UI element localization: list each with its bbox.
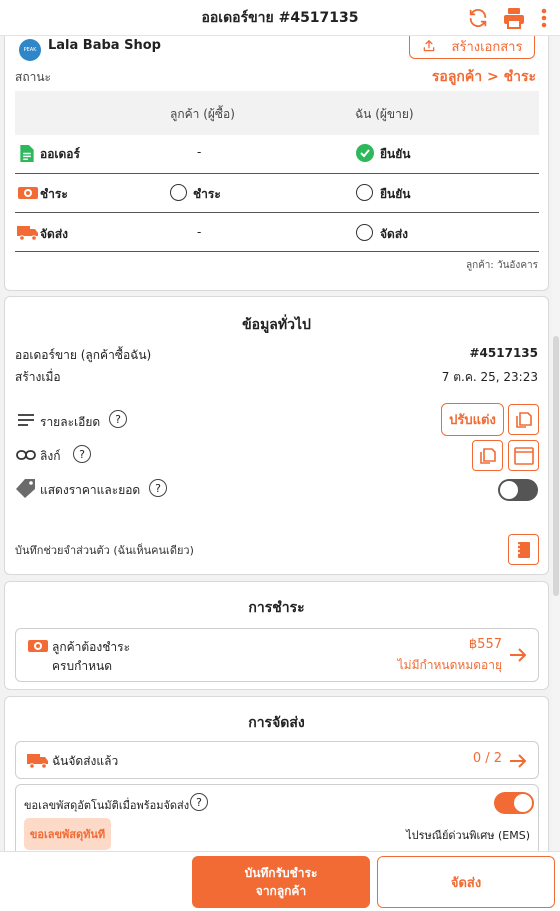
customer-must-pay-label: ลูกค้าต้องชำระ [52, 640, 131, 654]
shipped-label: ฉันจัดส่งแล้ว [52, 754, 119, 768]
help-icon[interactable]: ? [190, 793, 208, 811]
general-info-title: ข้อมูลทั่วไป [242, 317, 311, 333]
copy-icon [479, 447, 496, 464]
status-row-label: ออเดอร์ [40, 147, 80, 161]
truck-icon [27, 754, 48, 769]
copy-details-button[interactable] [508, 404, 539, 435]
link-icon [16, 450, 36, 460]
status-value: รอลูกค้า > ชำระ [431, 69, 536, 85]
shipped-row[interactable]: ฉันจัดส่งแล้ว 0 / 2 [15, 741, 539, 779]
show-price-toggle[interactable] [498, 479, 538, 501]
scrollbar[interactable] [552, 36, 560, 851]
open-link-button[interactable] [508, 440, 539, 471]
status-row-order: ออเดอร์ - ยืนยัน [15, 135, 539, 173]
refresh-icon[interactable] [466, 6, 490, 30]
carrier-name: ไปรษณีย์ด่วนพิเศษ (EMS) [406, 829, 530, 842]
create-document-button[interactable]: สร้างเอกสาร [409, 34, 535, 59]
general-info-card: ข้อมูลทั่วไป ออเดอร์ขาย (ลูกค้าซื้อฉัน) … [4, 296, 549, 575]
status-table-header: ลูกค้า (ผู้ซื้อ) ฉัน (ผู้ขาย) [15, 91, 539, 135]
copy-icon [515, 411, 532, 428]
shop-logo-text: PEAK [23, 47, 37, 53]
status-row-seller: ยืนยัน [380, 147, 411, 161]
status-row-buyer: - [197, 145, 202, 159]
shipped-count: 0 / 2 [472, 751, 502, 766]
status-row-seller: ยืนยัน [380, 187, 411, 201]
browser-window-icon [513, 446, 534, 465]
help-icon[interactable]: ? [109, 410, 127, 428]
private-note-label: บันทึกช่วยจำส่วนตัว (ฉันเห็นคนเดียว) [15, 544, 194, 557]
money-icon [28, 640, 48, 652]
scrollbar-thumb[interactable] [553, 336, 559, 596]
create-document-label: สร้างเอกสาร [451, 39, 523, 55]
arrow-right-icon [510, 648, 527, 662]
created-label: สร้างเมื่อ [15, 370, 61, 384]
toggle-knob [514, 794, 532, 812]
shipping-title: การจัดส่ง [248, 715, 305, 731]
payment-title: การชำระ [248, 600, 305, 616]
seller-confirm-radio[interactable] [356, 184, 373, 201]
created-value: 7 ต.ค. 25, 23:23 [441, 370, 538, 384]
private-note-button[interactable] [508, 534, 539, 565]
bottom-action-bar: บันทึกรับชำระ จากลูกค้า จัดส่ง [0, 851, 560, 911]
shipping-card: การจัดส่ง ฉันจัดส่งแล้ว 0 / 2 ขอเลขพัสดุ… [4, 696, 549, 866]
payment-row[interactable]: ลูกค้าต้องชำระ ครบกำหนด ฿557 ไม่มีกำหนดห… [15, 628, 539, 682]
payment-amount: ฿557 [468, 637, 502, 652]
notebook-icon [516, 541, 530, 558]
status-row-buyer: - [197, 225, 202, 239]
help-icon[interactable]: ? [149, 479, 167, 497]
more-vertical-icon[interactable] [538, 6, 550, 30]
col-buyer-header: ลูกค้า (ผู้ซื้อ) [170, 107, 235, 121]
top-bar: ออเดอร์ขาย #4517135 [0, 0, 560, 36]
top-bar-actions [466, 6, 550, 30]
customize-button[interactable]: ปรับแต่ง [441, 403, 504, 436]
status-row-payment: ชำระ ชำระ ยืนยัน [15, 174, 539, 212]
divider [15, 251, 539, 252]
due-value: ไม่มีกำหนดหมดอายุ [397, 658, 502, 672]
print-icon[interactable] [502, 6, 526, 30]
link-label: ลิงก์ [40, 449, 61, 463]
due-label: ครบกำหนด [52, 659, 112, 673]
document-icon [20, 144, 34, 163]
money-icon [18, 187, 38, 199]
price-tag-icon [16, 479, 35, 498]
copy-link-button[interactable] [472, 440, 503, 471]
request-tracking-now-button[interactable]: ขอเลขพัสดุทันที [24, 818, 111, 850]
status-card: PEAK Lala Baba Shop สร้างเอกสาร สถานะ รอ… [4, 30, 549, 291]
seller-ship-radio[interactable] [356, 224, 373, 241]
status-row-label: จัดส่ง [40, 227, 69, 241]
auto-tracking-label: ขอเลขพัสดุอัตโนมัติเมื่อพร้อมจัดส่ง [24, 799, 190, 812]
status-row-label: ชำระ [40, 187, 68, 201]
order-number: #4517135 [469, 346, 538, 360]
status-row-shipping: จัดส่ง - จัดส่ง [15, 213, 539, 251]
customize-label: ปรับแต่ง [449, 413, 496, 428]
details-label: รายละเอียด [40, 415, 101, 429]
shop-logo: PEAK [19, 39, 41, 61]
auto-tracking-toggle[interactable] [494, 792, 534, 814]
ship-label: จัดส่ง [450, 875, 482, 891]
record-payment-line2: จากลูกค้า [255, 884, 307, 898]
show-price-label: แสดงราคาและยอด [40, 483, 141, 497]
toggle-knob [500, 481, 518, 499]
upload-icon [423, 40, 434, 52]
shop-name: Lala Baba Shop [48, 38, 161, 53]
status-footnote: ลูกค้า: วันอังคาร [465, 260, 538, 271]
record-payment-button[interactable]: บันทึกรับชำระ จากลูกค้า [192, 856, 370, 908]
check-circle-icon [356, 144, 374, 162]
status-row-seller: จัดส่ง [380, 227, 409, 241]
order-type-label: ออเดอร์ขาย (ลูกค้าซื้อฉัน) [15, 348, 152, 362]
details-lines-icon [18, 414, 34, 426]
col-seller-header: ฉัน (ผู้ขาย) [355, 107, 414, 121]
status-label: สถานะ [15, 70, 51, 84]
payment-card: การชำระ ลูกค้าต้องชำระ ครบกำหนด ฿557 ไม่… [4, 581, 549, 690]
arrow-right-icon [510, 754, 527, 768]
help-icon[interactable]: ? [73, 445, 91, 463]
truck-icon [17, 226, 38, 241]
status-row-buyer: ชำระ [193, 187, 221, 201]
ship-button[interactable]: จัดส่ง [377, 856, 555, 908]
buyer-pay-radio[interactable] [170, 184, 187, 201]
request-tracking-now-label: ขอเลขพัสดุทันที [29, 828, 106, 841]
record-payment-line1: บันทึกรับชำระ [244, 866, 318, 880]
page-title: ออเดอร์ขาย #4517135 [201, 9, 359, 26]
